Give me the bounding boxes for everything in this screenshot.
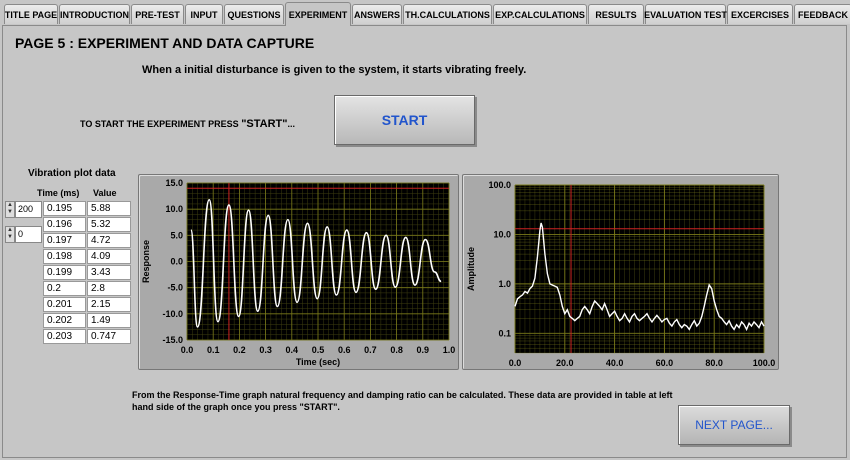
x-tick-label: 0.0 xyxy=(181,345,194,355)
table-row: 0.196 5.32 xyxy=(43,217,133,233)
y-tick-label: 5.0 xyxy=(170,230,183,240)
start-instruction-suffix: ... xyxy=(287,119,295,129)
frequency-spectrum-plot: 0.020.040.060.080.0100.0100.010.01.00.1F… xyxy=(466,180,776,379)
value-cell: 4.09 xyxy=(87,249,131,264)
time-cell: 0.196 xyxy=(43,217,86,232)
value-cell: 4.72 xyxy=(87,233,131,248)
tab-th-calculations[interactable]: TH.CALCULATIONS xyxy=(403,4,492,24)
time-cell: 0.198 xyxy=(43,249,86,264)
time-cell: 0.199 xyxy=(43,265,86,280)
x-tick-label: 40.0 xyxy=(606,358,624,368)
response-time-graph: 0.0 0.1 0.2 0.3 0.4 0.5 0.6 0.7 0.8 0.9 1.0 15.0 10.… xyxy=(138,174,459,370)
vibration-table-title: Vibration plot data xyxy=(28,168,116,179)
page-title: PAGE 5 : EXPERIMENT AND DATA CAPTURE xyxy=(15,35,315,51)
spinner-arrows-icon[interactable]: ▲ ▼ xyxy=(5,226,15,243)
tab-questions[interactable]: QUESTIONS xyxy=(224,4,284,24)
y-tick-label: 15.0 xyxy=(165,178,183,188)
vibration-data-table: 0.195 5.88 0.196 5.32 0.197 4.72 0.198 4.09 0.19… xyxy=(43,201,133,345)
tab-introduction[interactable]: INTRODUCTION xyxy=(59,4,130,24)
tab-excercises[interactable]: EXCERCISES xyxy=(727,4,793,24)
time-cell: 0.2 xyxy=(43,281,86,296)
spinner-arrows-icon[interactable]: ▲ ▼ xyxy=(5,201,15,218)
time-cell: 0.202 xyxy=(43,313,86,328)
value-cell: 5.88 xyxy=(87,201,131,216)
y-tick-label: -10.0 xyxy=(162,309,183,319)
column-index-control[interactable]: ▲ ▼ 0 xyxy=(5,226,42,243)
calculation-note: From the Response-Time graph natural fre… xyxy=(132,390,673,412)
time-cell: 0.203 xyxy=(43,329,86,344)
table-row: 0.197 4.72 xyxy=(43,233,133,249)
y-tick-label: -5.0 xyxy=(167,283,183,293)
value-cell: 2.8 xyxy=(87,281,131,296)
value-cell: 2.15 xyxy=(87,297,131,312)
table-row: 0.198 4.09 xyxy=(43,249,133,265)
column-header-time: Time (ms) xyxy=(37,188,80,198)
y-tick-label: 1.0 xyxy=(498,279,511,289)
tab-answers[interactable]: ANSWERS xyxy=(352,4,402,24)
x-tick-label: 0.1 xyxy=(207,345,220,355)
start-instruction: TO START THE EXPERIMENT PRESS "START"... xyxy=(80,118,295,130)
tab-bar: TITLE PAGE INTRODUCTION PRE-TEST INPUT QUEST… xyxy=(0,0,850,26)
tab-results[interactable]: RESULTS xyxy=(588,4,644,24)
start-instruction-key: "START" xyxy=(241,118,288,130)
y-axis-label: Amplitude xyxy=(466,247,476,291)
x-tick-label: 0.7 xyxy=(364,345,377,355)
x-axis-label: Time (sec) xyxy=(296,357,340,367)
page-subtitle: When a initial disturbance is given to t… xyxy=(142,64,527,76)
response-time-plot: 0.0 0.1 0.2 0.3 0.4 0.5 0.6 0.7 0.8 0.9 1.0 15.0 10.… xyxy=(141,178,456,367)
column-index-value[interactable]: 0 xyxy=(15,226,42,243)
y-tick-label: 0.0 xyxy=(170,257,183,267)
tab-exp-calculations[interactable]: EXP.CALCULATIONS xyxy=(493,4,587,24)
row-index-control[interactable]: ▲ ▼ 200 xyxy=(5,201,42,218)
x-tick-label: 0.3 xyxy=(259,345,272,355)
x-tick-label: 80.0 xyxy=(705,358,723,368)
x-tick-label: 60.0 xyxy=(656,358,674,368)
x-tick-label: 0.5 xyxy=(312,345,325,355)
time-cell: 0.201 xyxy=(43,297,86,312)
value-cell: 5.32 xyxy=(87,217,131,232)
y-tick-label: 100.0 xyxy=(488,180,511,190)
value-cell: 3.43 xyxy=(87,265,131,280)
y-axis-label: Response xyxy=(141,240,151,283)
x-tick-label: 100.0 xyxy=(753,358,776,368)
frequency-spectrum-graph: 0.020.040.060.080.0100.0100.010.01.00.1F… xyxy=(462,174,779,379)
y-tick-label: 10.0 xyxy=(493,229,511,239)
tab-experiment[interactable]: EXPERIMENT xyxy=(285,2,351,26)
start-button[interactable]: START xyxy=(334,95,475,145)
table-row: 0.202 1.49 xyxy=(43,313,133,329)
table-row: 0.199 3.43 xyxy=(43,265,133,281)
row-index-value[interactable]: 200 xyxy=(15,201,42,218)
y-tick-label: 0.1 xyxy=(498,328,511,338)
start-instruction-prefix: TO START THE EXPERIMENT PRESS xyxy=(80,119,242,129)
tab-title-page[interactable]: TITLE PAGE xyxy=(4,4,58,24)
column-header-value: Value xyxy=(93,188,117,198)
x-tick-label: 0.2 xyxy=(233,345,246,355)
table-row: 0.2 2.8 xyxy=(43,281,133,297)
tab-pre-test[interactable]: PRE-TEST xyxy=(131,4,184,24)
x-tick-label: 0.6 xyxy=(338,345,351,355)
table-row: 0.195 5.88 xyxy=(43,201,133,217)
y-tick-label: -15.0 xyxy=(162,335,183,345)
value-cell: 1.49 xyxy=(87,313,131,328)
tab-evaluation-test[interactable]: EVALUATION TEST xyxy=(644,4,727,24)
time-cell: 0.195 xyxy=(43,201,86,216)
table-row: 0.203 0.747 xyxy=(43,329,133,345)
table-row: 0.201 2.15 xyxy=(43,297,133,313)
next-page-button[interactable]: NEXT PAGE... xyxy=(678,405,790,445)
x-tick-label: 0.8 xyxy=(390,345,403,355)
x-tick-label: 0.9 xyxy=(417,345,430,355)
x-tick-label: 0.4 xyxy=(286,345,299,355)
time-cell: 0.197 xyxy=(43,233,86,248)
tab-feedback[interactable]: FEEDBACK xyxy=(794,4,850,24)
x-tick-label: 1.0 xyxy=(443,345,456,355)
y-tick-label: 10.0 xyxy=(165,204,183,214)
x-tick-label: 20.0 xyxy=(556,358,574,368)
tab-input[interactable]: INPUT xyxy=(185,4,223,24)
x-tick-label: 0.0 xyxy=(509,358,522,368)
value-cell: 0.747 xyxy=(87,329,131,344)
